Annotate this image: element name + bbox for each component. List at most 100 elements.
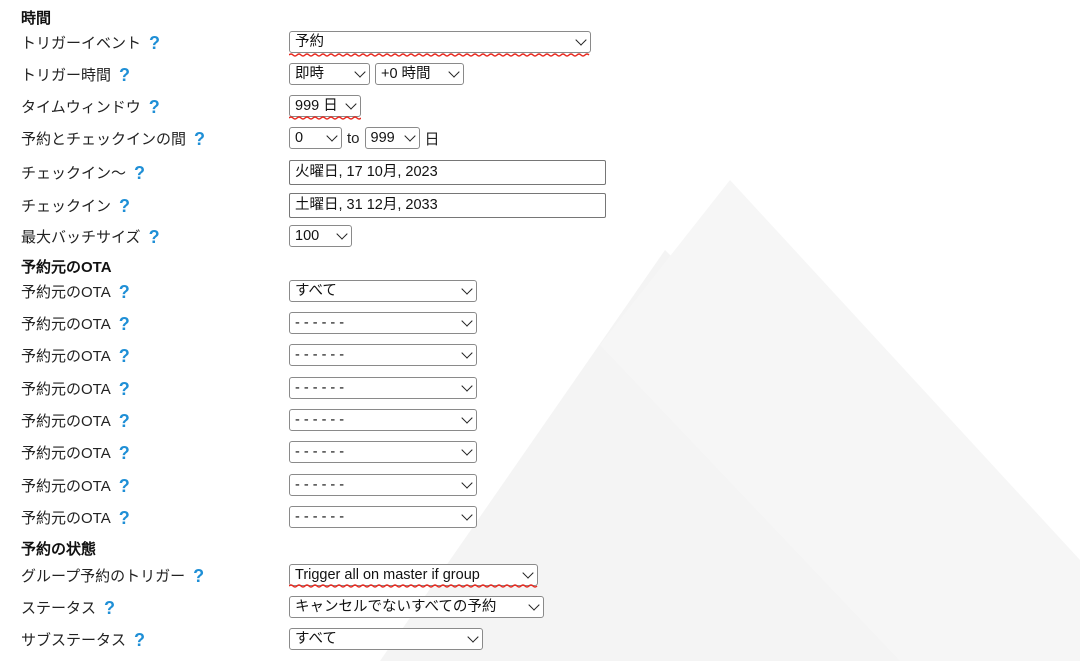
trigger-time-label: トリガー時間?: [21, 65, 131, 85]
help-icon[interactable]: ?: [119, 314, 130, 334]
chevron-down-icon: [461, 509, 473, 521]
help-icon[interactable]: ?: [149, 33, 160, 53]
chevron-down-icon: [522, 567, 534, 579]
chevron-down-icon: [461, 347, 473, 359]
ota-select[interactable]: - - - - - -: [289, 312, 477, 334]
sub-status-label: サブステータス?: [21, 630, 146, 650]
help-icon[interactable]: ?: [119, 508, 130, 528]
row-ota-4: 予約元のOTA? - - - - - -: [0, 374, 1080, 402]
help-icon[interactable]: ?: [119, 411, 130, 431]
max-batch-select[interactable]: 100: [289, 225, 352, 247]
checkin-to-label: チェックイン?: [21, 196, 131, 216]
row-ota-6: 予約元のOTA? - - - - - -: [0, 438, 1080, 466]
help-icon[interactable]: ?: [149, 227, 160, 247]
row-ota-7: 予約元のOTA? - - - - - -: [0, 471, 1080, 499]
chevron-down-icon: [354, 66, 366, 78]
status-label: ステータス?: [21, 598, 116, 618]
ota-select[interactable]: - - - - - -: [289, 506, 477, 528]
trigger-time-select[interactable]: 即時: [289, 63, 370, 85]
checkin-from-label: チェックイン〜?: [21, 163, 146, 183]
chevron-down-icon: [448, 66, 460, 78]
row-booking-checkin-gap: 予約とチェックインの間? 0 to 999 日: [0, 124, 1080, 152]
section-title-ota: 予約元のOTA: [21, 259, 112, 276]
chevron-down-icon: [467, 631, 479, 643]
ota-label: 予約元のOTA?: [21, 346, 130, 366]
gap-unit: 日: [424, 130, 440, 148]
row-ota-8: 予約元のOTA? - - - - - -: [0, 503, 1080, 531]
row-ota-3: 予約元のOTA? - - - - - -: [0, 341, 1080, 369]
ota-select[interactable]: - - - - - -: [289, 344, 477, 366]
status-select[interactable]: キャンセルでないすべての予約: [289, 596, 544, 618]
help-icon[interactable]: ?: [119, 65, 130, 85]
help-icon[interactable]: ?: [149, 97, 160, 117]
help-icon[interactable]: ?: [119, 379, 130, 399]
row-trigger-event: トリガーイベント? 予約: [0, 28, 1080, 56]
help-icon[interactable]: ?: [119, 282, 130, 302]
ota-select[interactable]: すべて: [289, 280, 477, 302]
spellcheck-underline: [289, 116, 361, 120]
booking-checkin-gap-label: 予約とチェックインの間?: [21, 129, 206, 149]
row-status: ステータス? キャンセルでないすべての予約: [0, 593, 1080, 621]
row-trigger-time: トリガー時間? 即時 +0 時間: [0, 60, 1080, 88]
ota-label: 予約元のOTA?: [21, 379, 130, 399]
help-icon[interactable]: ?: [119, 346, 130, 366]
chevron-down-icon: [461, 315, 473, 327]
ota-label: 予約元のOTA?: [21, 282, 130, 302]
group-trigger-select[interactable]: Trigger all on master if group: [289, 564, 538, 586]
chevron-down-icon: [461, 380, 473, 392]
row-group-trigger: グループ予約のトリガー? Trigger all on master if gr…: [0, 561, 1080, 589]
chevron-down-icon: [403, 130, 416, 142]
chevron-down-icon: [575, 34, 587, 46]
section-title-time: 時間: [21, 10, 52, 27]
help-icon[interactable]: ?: [119, 196, 130, 216]
chevron-down-icon: [461, 412, 473, 424]
help-icon[interactable]: ?: [193, 566, 204, 586]
help-icon[interactable]: ?: [134, 630, 145, 650]
gap-to-select[interactable]: 999: [364, 127, 420, 149]
chevron-down-icon: [528, 599, 540, 611]
ota-label: 予約元のOTA?: [21, 443, 130, 463]
row-time-window: タイムウィンドウ? 999 日: [0, 92, 1080, 120]
ota-label: 予約元のOTA?: [21, 508, 130, 528]
trigger-event-label: トリガーイベント?: [21, 33, 161, 53]
checkin-from-date-input[interactable]: 火曜日, 17 10月, 2023: [289, 159, 606, 185]
spellcheck-underline: [289, 584, 538, 588]
chevron-down-icon: [336, 228, 348, 240]
row-checkin-to: チェックイン? 土曜日, 31 12月, 2033: [0, 190, 1080, 218]
trigger-event-select[interactable]: 予約: [289, 31, 591, 53]
ota-select[interactable]: - - - - - -: [289, 441, 477, 463]
help-icon[interactable]: ?: [134, 163, 145, 183]
gap-from-select[interactable]: 0: [289, 127, 342, 149]
spellcheck-underline: [289, 53, 590, 57]
ota-select[interactable]: - - - - - -: [289, 474, 477, 496]
chevron-down-icon: [461, 444, 473, 456]
row-sub-status: サブステータス? すべて: [0, 625, 1080, 653]
time-window-label: タイムウィンドウ?: [21, 97, 160, 117]
chevron-down-icon: [461, 477, 473, 489]
time-window-select[interactable]: 999 日: [289, 95, 361, 117]
gap-to-word: to: [347, 129, 360, 147]
help-icon[interactable]: ?: [119, 443, 130, 463]
max-batch-label: 最大バッチサイズ?: [21, 227, 160, 247]
section-title-status: 予約の状態: [21, 541, 97, 558]
ota-label: 予約元のOTA?: [21, 314, 130, 334]
group-trigger-label: グループ予約のトリガー?: [21, 566, 205, 586]
row-checkin-from: チェックイン〜? 火曜日, 17 10月, 2023: [0, 157, 1080, 185]
ota-select[interactable]: - - - - - -: [289, 409, 477, 431]
help-icon[interactable]: ?: [104, 598, 115, 618]
row-ota-1: 予約元のOTA? すべて: [0, 277, 1080, 305]
ota-label: 予約元のOTA?: [21, 411, 130, 431]
row-ota-5: 予約元のOTA? - - - - - -: [0, 406, 1080, 434]
row-max-batch: 最大バッチサイズ? 100: [0, 222, 1080, 250]
checkin-to-date-input[interactable]: 土曜日, 31 12月, 2033: [289, 192, 606, 218]
help-icon[interactable]: ?: [119, 476, 130, 496]
ota-select[interactable]: - - - - - -: [289, 377, 477, 399]
chevron-down-icon: [345, 98, 357, 110]
help-icon[interactable]: ?: [194, 129, 205, 149]
settings-form: 時間 トリガーイベント? 予約 トリガー時間? 即時 +0 時間 タイムウィンド…: [0, 0, 1080, 661]
row-ota-2: 予約元のOTA? - - - - - -: [0, 309, 1080, 337]
chevron-down-icon: [461, 283, 473, 295]
trigger-offset-select[interactable]: +0 時間: [375, 63, 464, 85]
chevron-down-icon: [326, 130, 338, 142]
sub-status-select[interactable]: すべて: [289, 628, 483, 650]
